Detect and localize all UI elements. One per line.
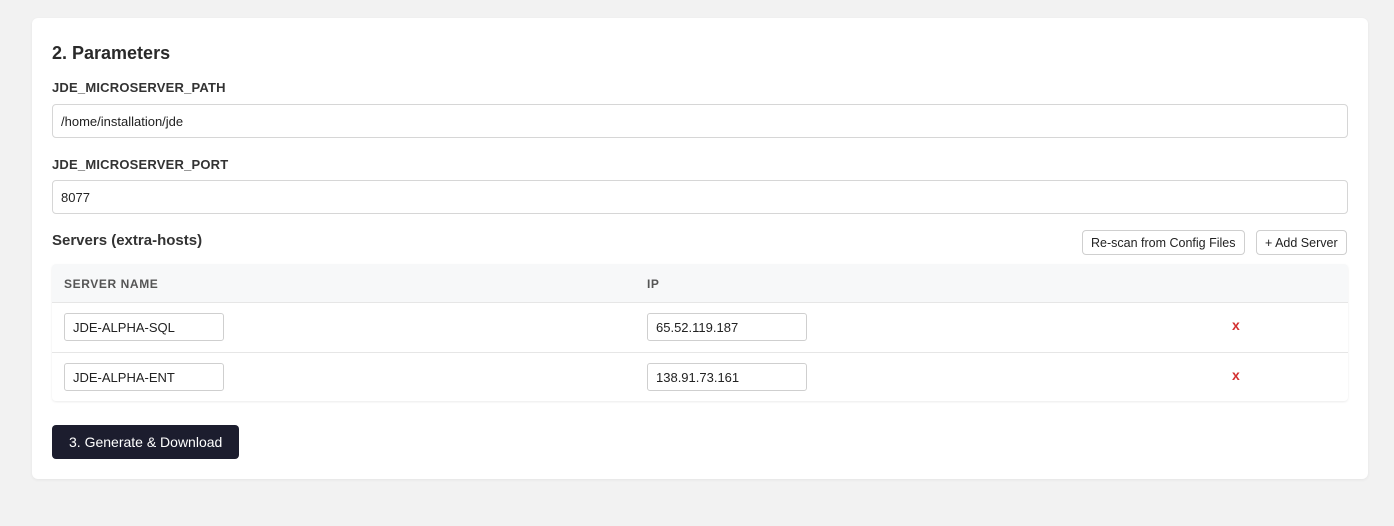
generate-download-button[interactable]: 3. Generate & Download: [52, 425, 240, 459]
rescan-button[interactable]: Re-scan from Config Files: [1082, 230, 1245, 255]
servers-title: Servers (extra-hosts): [52, 232, 203, 249]
column-header-server-name: SERVER NAME: [64, 277, 159, 291]
remove-server-button[interactable]: x: [1232, 317, 1240, 333]
path-label: JDE_MICROSERVER_PATH: [52, 80, 226, 95]
column-header-ip: IP: [647, 277, 660, 291]
add-server-button[interactable]: + Add Server: [1256, 230, 1347, 255]
port-label: JDE_MICROSERVER_PORT: [52, 157, 229, 172]
table-header: SERVER NAME IP: [52, 264, 1348, 303]
server-name-input[interactable]: [64, 363, 224, 391]
server-ip-input[interactable]: [647, 363, 807, 391]
server-name-input[interactable]: [64, 313, 224, 341]
port-input[interactable]: [52, 180, 1348, 214]
servers-table: SERVER NAME IP x x: [52, 264, 1348, 401]
section-title: 2. Parameters: [52, 43, 171, 63]
path-input[interactable]: [52, 104, 1348, 138]
table-row: x: [52, 303, 1348, 352]
server-ip-input[interactable]: [647, 313, 807, 341]
parameters-card: 2. Parameters JDE_MICROSERVER_PATH JDE_M…: [32, 18, 1368, 479]
table-row: x: [52, 352, 1348, 401]
remove-server-button[interactable]: x: [1232, 367, 1240, 383]
